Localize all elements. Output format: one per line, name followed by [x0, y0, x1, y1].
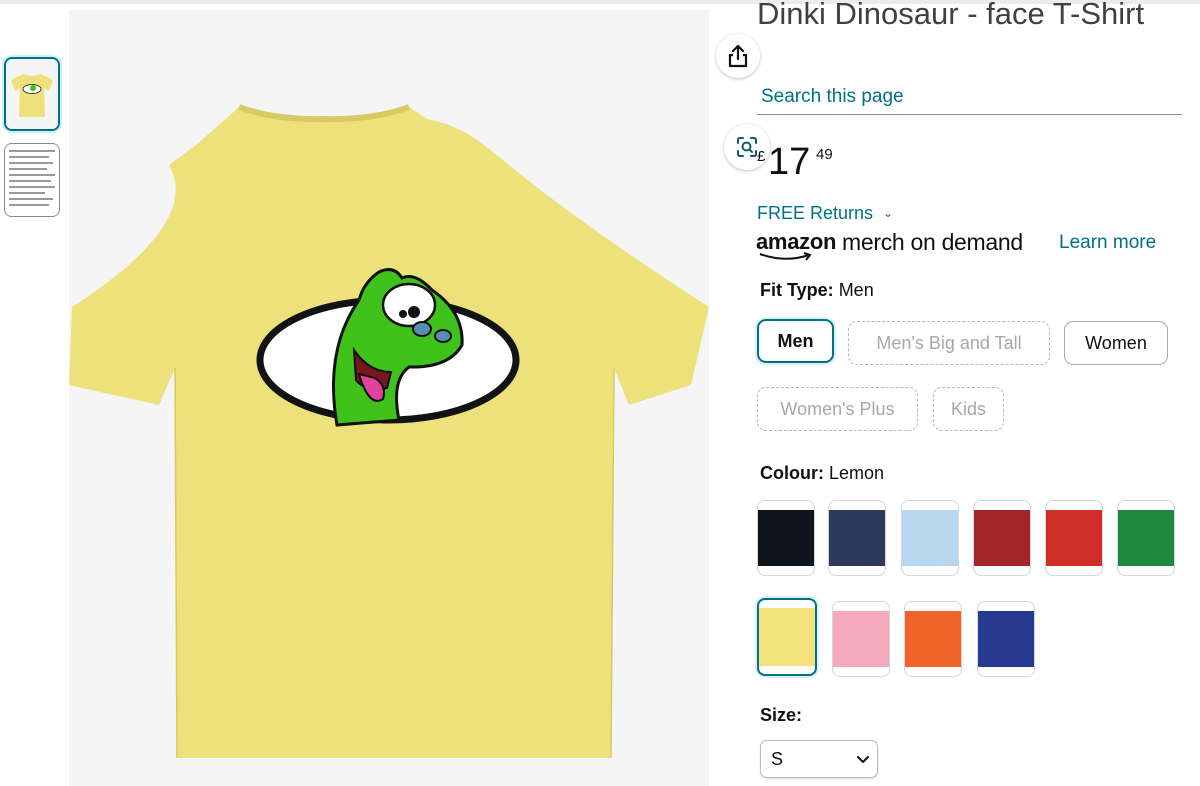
price-whole: 17: [768, 141, 811, 183]
thumbnail-tshirt-image: [6, 59, 58, 129]
colour-swatch-fill: [758, 510, 814, 566]
size-select[interactable]: S: [760, 740, 878, 778]
colour-swatch-2[interactable]: [828, 500, 886, 576]
colour-swatch-4[interactable]: [973, 500, 1031, 576]
thumbnail-tshirt[interactable]: [4, 57, 60, 131]
free-returns-label: FREE Returns: [757, 203, 874, 223]
fit-type-heading: Fit Type:: [760, 280, 834, 300]
fit-option-kids[interactable]: Kids: [933, 387, 1004, 431]
colour-swatch-fill: [902, 510, 958, 566]
colour-swatch-9[interactable]: [904, 601, 962, 677]
colour-swatch-8[interactable]: [832, 601, 890, 677]
colour-swatch-fill: [829, 510, 885, 566]
visual-search-icon: [737, 137, 757, 157]
fit-option-women[interactable]: Women: [1064, 321, 1168, 365]
chevron-down-icon: ⌄: [883, 206, 894, 220]
fit-option-mens-big-and-tall[interactable]: Men's Big and Tall: [848, 321, 1050, 365]
colour-swatch-fill: [905, 611, 961, 667]
thumbnail-size-chart[interactable]: [4, 143, 60, 217]
amazon-smile-icon: [759, 252, 812, 261]
size-label: Size:: [760, 705, 802, 726]
colour-swatch-fill: [974, 510, 1030, 566]
merch-on-demand-text: merch on demand: [842, 229, 1023, 255]
colour-swatch-5[interactable]: [1045, 500, 1103, 576]
product-image-panel[interactable]: [69, 10, 770, 786]
fit-option-men[interactable]: Men: [757, 319, 834, 363]
tshirt-image: [69, 104, 709, 759]
fit-option-womens-plus[interactable]: Women's Plus: [757, 387, 918, 431]
colour-swatch-1[interactable]: [757, 500, 815, 576]
price-fraction: 49: [816, 146, 833, 163]
free-returns-link[interactable]: FREE Returns ⌄: [757, 203, 893, 224]
colour-swatch-fill: [1118, 510, 1174, 566]
colour-label: Colour: Lemon: [760, 463, 884, 484]
share-icon: [728, 44, 748, 68]
colour-swatch-10[interactable]: [977, 601, 1035, 677]
size-selected-value: S: [771, 749, 784, 769]
colour-swatch-fill: [1046, 510, 1102, 566]
size-heading: Size:: [760, 705, 803, 725]
product-title: Dinki Dinosaur - face T-Shirt: [757, 0, 1145, 31]
colour-swatch-fill: [978, 611, 1034, 667]
colour-swatch-6[interactable]: [1117, 500, 1175, 576]
share-button[interactable]: [716, 34, 760, 78]
thumbnail-size-chart-image: [5, 144, 59, 216]
colour-heading: Colour:: [760, 463, 824, 483]
merch-on-demand-brand: amazon merch on demand Learn more: [756, 229, 1186, 265]
price-currency-symbol: £: [757, 148, 766, 165]
colour-swatch-7[interactable]: [757, 598, 817, 676]
chevron-down-icon: [857, 756, 869, 763]
colour-swatch-3[interactable]: [901, 500, 959, 576]
fit-type-selected: Men: [838, 280, 874, 300]
fit-type-label: Fit Type: Men: [760, 280, 874, 301]
colour-selected: Lemon: [829, 463, 885, 483]
search-this-page-link[interactable]: Search this page: [761, 86, 904, 108]
colour-swatch-fill: [833, 611, 889, 667]
colour-swatch-fill: [759, 608, 815, 666]
learn-more-link[interactable]: Learn more: [1059, 232, 1156, 254]
search-divider: [757, 114, 1182, 115]
